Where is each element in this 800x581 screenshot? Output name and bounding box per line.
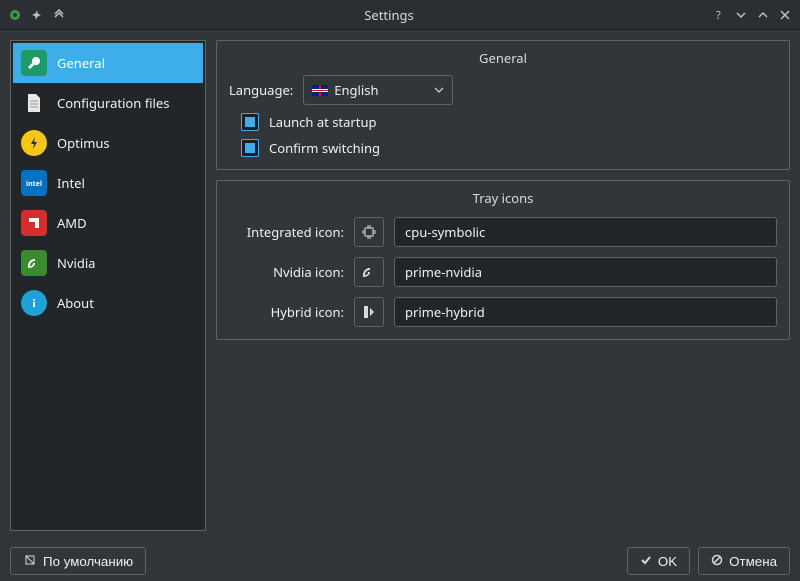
wrench-icon	[21, 50, 47, 76]
sidebar-item-nvidia[interactable]: Nvidia	[13, 243, 203, 283]
hybrid-icon-preview[interactable]	[354, 297, 384, 327]
language-label: Language:	[229, 81, 293, 99]
titlebar: Settings ?	[0, 0, 800, 30]
ok-button[interactable]: OK	[627, 547, 690, 575]
integrated-icon-preview[interactable]	[354, 217, 384, 247]
help-icon[interactable]: ?	[712, 8, 726, 22]
pin-icon[interactable]	[30, 8, 44, 22]
group-tray-heading: Tray icons	[229, 189, 777, 207]
chevron-down-icon	[434, 81, 444, 99]
close-icon[interactable]	[778, 8, 792, 22]
app-icon	[8, 8, 22, 22]
check-icon	[640, 554, 652, 569]
sidebar-item-label: Intel	[57, 174, 85, 192]
footer: По умолчанию OK Отмена	[0, 541, 800, 581]
launch-at-startup-checkbox[interactable]	[241, 113, 259, 131]
group-tray-icons: Tray icons Integrated icon: Nvidia icon:…	[216, 180, 790, 340]
intel-icon: intel	[21, 170, 47, 196]
bolt-icon	[21, 130, 47, 156]
sidebar-item-label: General	[57, 54, 105, 72]
nvidia-icon-input[interactable]	[394, 257, 777, 287]
confirm-switching-label: Confirm switching	[269, 139, 380, 157]
nvidia-eye-icon	[361, 266, 377, 278]
hybrid-icon-input[interactable]	[394, 297, 777, 327]
nvidia-icon-preview[interactable]	[354, 257, 384, 287]
document-icon	[21, 90, 47, 116]
confirm-switching-checkbox[interactable]	[241, 139, 259, 157]
svg-text:?: ?	[716, 9, 721, 21]
info-icon	[21, 290, 47, 316]
minimize-icon[interactable]	[734, 8, 748, 22]
sidebar-item-config-files[interactable]: Configuration files	[13, 83, 203, 123]
shade-up-icon[interactable]	[52, 8, 66, 22]
language-select[interactable]: English	[303, 75, 453, 105]
sidebar-item-label: Optimus	[57, 134, 110, 152]
hybrid-icon	[362, 304, 376, 320]
language-value: English	[334, 81, 378, 99]
launch-at-startup-label: Launch at startup	[269, 113, 377, 131]
sidebar-item-label: Configuration files	[57, 94, 169, 112]
sidebar-item-amd[interactable]: AMD	[13, 203, 203, 243]
integrated-icon-input[interactable]	[394, 217, 777, 247]
content-pane: General Language: English Launch at star…	[216, 40, 790, 531]
amd-icon	[21, 210, 47, 236]
cancel-button[interactable]: Отмена	[698, 547, 790, 575]
group-general-heading: General	[229, 49, 777, 67]
reset-icon	[23, 553, 37, 570]
window-title: Settings	[66, 6, 712, 24]
uk-flag-icon	[312, 85, 328, 96]
sidebar-item-about[interactable]: About	[13, 283, 203, 323]
sidebar: General Configuration files Optimus inte…	[10, 40, 206, 531]
defaults-button[interactable]: По умолчанию	[10, 547, 146, 575]
group-general: General Language: English Launch at star…	[216, 40, 790, 170]
cancel-icon	[711, 554, 723, 569]
integrated-icon-label: Integrated icon:	[229, 223, 344, 241]
nvidia-icon	[21, 250, 47, 276]
sidebar-item-optimus[interactable]: Optimus	[13, 123, 203, 163]
sidebar-item-general[interactable]: General	[13, 43, 203, 83]
cpu-icon	[361, 224, 377, 240]
nvidia-icon-label: Nvidia icon:	[229, 263, 344, 281]
sidebar-item-intel[interactable]: intel Intel	[13, 163, 203, 203]
sidebar-item-label: Nvidia	[57, 254, 95, 272]
hybrid-icon-label: Hybrid icon:	[229, 303, 344, 321]
maximize-icon[interactable]	[756, 8, 770, 22]
svg-text:intel: intel	[26, 180, 42, 188]
sidebar-item-label: AMD	[57, 214, 87, 232]
sidebar-item-label: About	[57, 294, 94, 312]
